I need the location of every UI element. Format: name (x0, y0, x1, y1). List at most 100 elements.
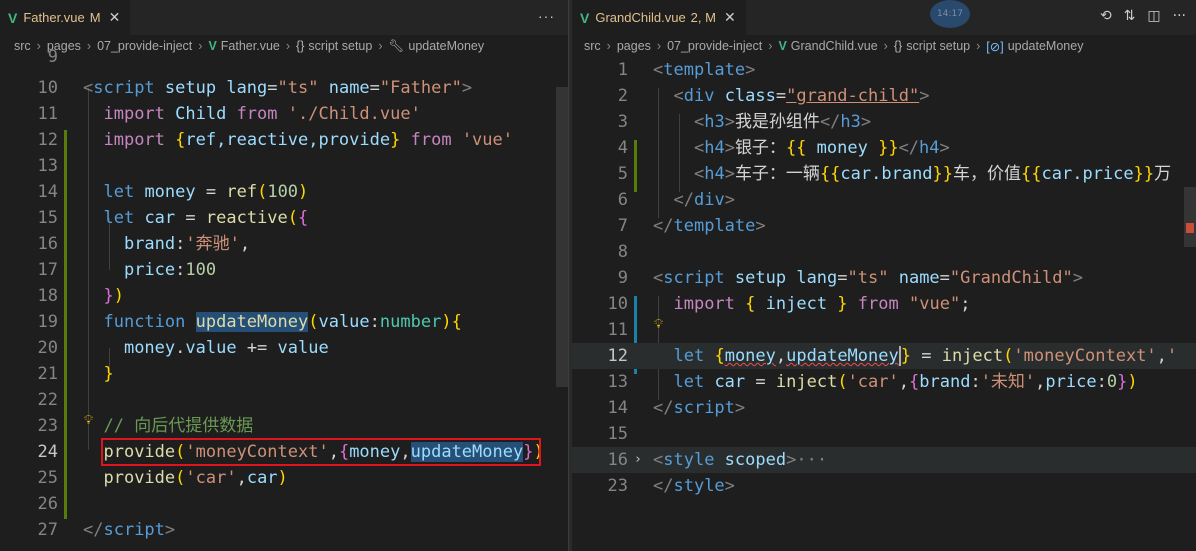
token: car (134, 208, 186, 228)
token: > (724, 190, 735, 210)
token: ( (837, 372, 848, 392)
breadcrumb-item[interactable]: pages (617, 39, 651, 53)
breadcrumb-item[interactable]: updateMoney (1008, 39, 1084, 53)
token: , (236, 468, 247, 488)
breadcrumb-item[interactable]: 07_provide-inject (667, 39, 762, 53)
token: ) (441, 312, 452, 332)
folded-ellipsis[interactable]: ··· (796, 450, 827, 470)
token: > (724, 476, 735, 496)
token: {{ (819, 164, 841, 184)
breadcrumb-item[interactable]: src (584, 39, 601, 53)
token: } (103, 286, 114, 306)
vertical-scrollbar[interactable] (556, 87, 568, 387)
token: , (239, 234, 251, 254)
token: = (369, 78, 380, 98)
token: name (318, 78, 370, 98)
code-line: 14 let money = ref(100) (0, 179, 568, 205)
token: car (246, 468, 278, 488)
close-icon[interactable]: ✕ (724, 9, 736, 26)
token: < (653, 450, 664, 470)
code-line: 9 (0, 44, 568, 70)
token: > (724, 112, 735, 132)
code-line: 11 import Child from './Child.vue' (0, 101, 568, 127)
code-editor-grandchild[interactable]: 1 <template> 2 <div class="grand-child"> … (572, 57, 1196, 551)
token: value (277, 338, 329, 358)
variable-icon: [⊘] (986, 39, 1004, 54)
line-number: 3 (617, 112, 628, 132)
tab-grandchild-vue[interactable]: V GrandChild.vue 2, M ✕ (572, 0, 746, 35)
token: 'vue' (461, 130, 513, 150)
token: 我是孙组件 (734, 112, 820, 132)
token: h3 (840, 112, 861, 132)
tab-label: Father.vue (23, 10, 85, 25)
chevron-right-icon[interactable]: › (634, 447, 642, 473)
token: car.price (1041, 164, 1134, 184)
more-actions-icon[interactable]: ··· (1173, 8, 1186, 24)
token: ref,reactive,provide (185, 130, 391, 150)
vue-file-icon: V (8, 9, 18, 26)
code-line: 13 let car = inject('car',{brand:'未知',pr… (572, 369, 1196, 395)
token: price (1045, 372, 1097, 392)
line-number: 14 (37, 182, 58, 202)
code-line: 5 <h4>车子：一辆{{car.brand}}车，价值{{car.price}… (572, 161, 1196, 187)
compare-changes-icon[interactable]: ⇅ (1124, 8, 1136, 24)
token: ) (277, 468, 288, 488)
token: { (175, 130, 186, 150)
code-line: 3 <h3>我是孙组件</h3> (572, 109, 1196, 135)
token: . (175, 338, 186, 358)
token: 0 (1106, 372, 1118, 392)
code-line: 10 <script setup lang="ts" name="Father"> (0, 75, 568, 101)
line-number: 19 (37, 312, 58, 332)
editor-actions: ⟲ ⇅ ◫ ··· (1100, 8, 1186, 24)
token: price (123, 260, 176, 280)
line-number: 14 (607, 398, 628, 418)
token: 车子：一辆 (734, 164, 820, 184)
token: </ (653, 216, 674, 236)
token: money (134, 182, 206, 202)
token: { (451, 312, 462, 332)
token: h3 (704, 112, 725, 132)
line-number: 16 (37, 234, 58, 254)
lightbulb-icon[interactable]: 💡︎ (654, 312, 663, 338)
breadcrumb-item[interactable]: script setup (906, 39, 970, 53)
highlight-annotation-box (101, 438, 541, 466)
code-editor-father[interactable]: 9 10 <script setup lang="ts" name="Father… (0, 47, 568, 551)
token: ) (113, 286, 124, 306)
right-tabbar: V GrandChild.vue 2, M ✕ 14:17 ⟲ ⇅ ◫ ··· (572, 0, 1196, 35)
tab-father-vue[interactable]: V Father.vue M ✕ (0, 0, 131, 35)
line-number: 8 (617, 242, 628, 262)
token: div (683, 86, 715, 106)
close-icon[interactable]: ✕ (109, 9, 121, 26)
token: car.brand (840, 164, 933, 184)
line-number: 22 (37, 390, 58, 410)
token: { (909, 372, 920, 392)
history-icon[interactable]: ⟲ (1100, 8, 1112, 24)
token: script (673, 398, 735, 418)
token: let (673, 346, 705, 366)
split-editor-icon[interactable]: ◫ (1147, 8, 1160, 24)
line-number: 2 (617, 86, 628, 106)
breadcrumb-item[interactable]: GrandChild.vue (791, 39, 878, 53)
token: : (970, 372, 981, 392)
vertical-scrollbar[interactable] (1184, 187, 1196, 247)
token: // 向后代提供数据 (103, 416, 254, 436)
token: ( (1003, 346, 1014, 366)
line-number: 12 (607, 346, 628, 366)
token: { (298, 208, 309, 228)
code-line: 11 💡︎ (572, 317, 1196, 343)
token: }} (932, 164, 954, 184)
token: }} (1133, 164, 1155, 184)
line-number: 13 (607, 372, 628, 392)
line-number: 5 (617, 164, 628, 184)
token: "Father" (379, 78, 462, 98)
token: </ (673, 190, 694, 210)
token: script (663, 268, 725, 288)
more-actions-icon[interactable]: ··· (538, 8, 555, 24)
line-number: 1 (617, 60, 628, 80)
token: 车，价值 (953, 164, 1022, 184)
token: < (693, 138, 705, 158)
